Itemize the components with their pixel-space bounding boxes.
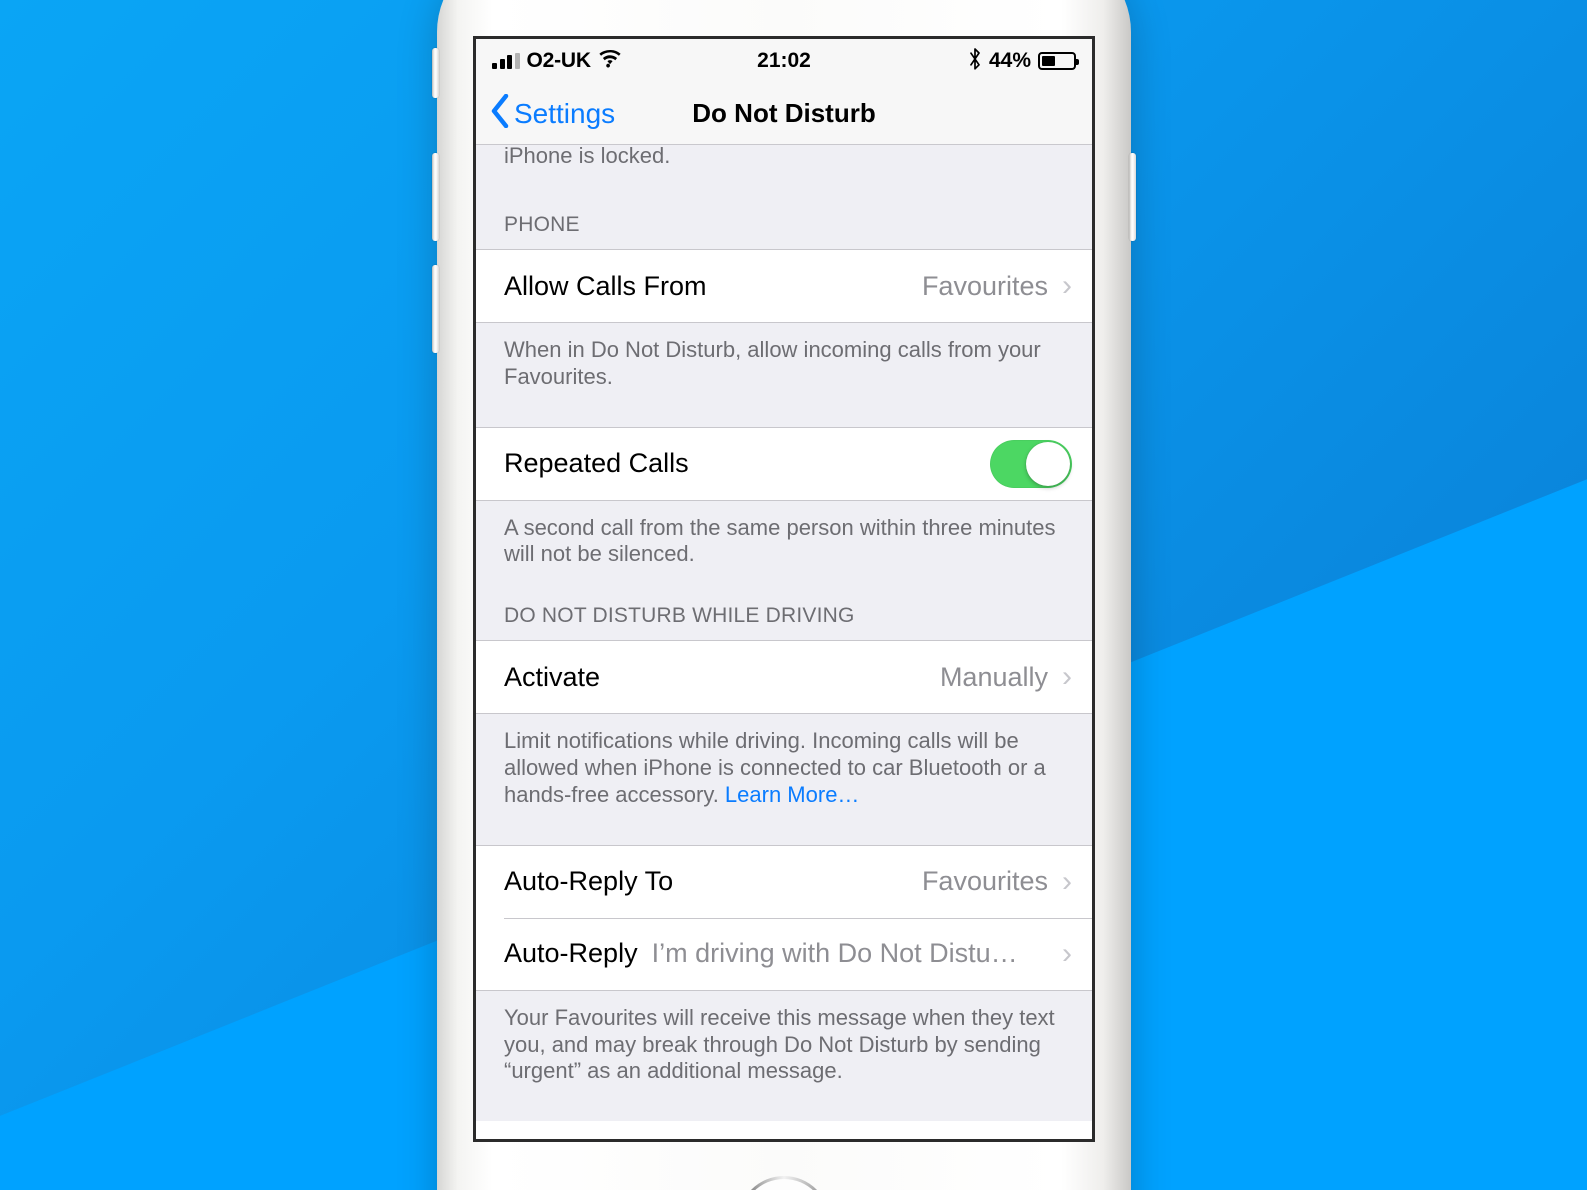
cell-auto-reply[interactable]: Auto-Reply I’m driving with Do Not Distu… (476, 917, 1092, 990)
navigation-bar: Settings Do Not Disturb (476, 83, 1092, 145)
wifi-icon (598, 49, 622, 72)
battery-icon (1038, 52, 1079, 70)
footer-allow-calls: When in Do Not Disturb, allow incoming c… (476, 323, 1092, 427)
back-button[interactable]: Settings (490, 93, 616, 133)
footer-auto-reply: Your Favourites will receive this messag… (476, 990, 1092, 1122)
iphone-screen: O2-UK 21:02 44% Settings Do Not Disturb … (473, 36, 1095, 1142)
cell-allow-calls-from-label: Allow Calls From (504, 270, 707, 301)
chevron-right-icon: › (1062, 864, 1072, 898)
cell-auto-reply-value: I’m driving with Do Not Distu… (651, 938, 1018, 969)
cell-auto-reply-to-value: Favourites (921, 866, 1048, 897)
cell-activate[interactable]: Activate Manually › (476, 641, 1092, 714)
home-button[interactable] (738, 1176, 830, 1190)
cut-off-footer-text: iPhone is locked. (476, 145, 1092, 175)
chevron-left-icon (490, 93, 510, 133)
volume-down-button[interactable] (432, 265, 439, 353)
cell-allow-calls-from[interactable]: Allow Calls From Favourites › (476, 250, 1092, 322)
footer-repeated-calls: A second call from the same person withi… (476, 500, 1092, 605)
back-button-label: Settings (514, 97, 616, 129)
cell-auto-reply-to[interactable]: Auto-Reply To Favourites › (476, 845, 1092, 918)
cell-activate-label: Activate (504, 661, 601, 692)
cell-auto-reply-label: Auto-Reply (504, 938, 638, 969)
section-header-phone: PHONE (476, 213, 1092, 249)
phone-cells-group: Allow Calls From Favourites › (476, 249, 1092, 323)
cell-repeated-calls-label: Repeated Calls (504, 448, 689, 479)
learn-more-link[interactable]: Learn More… (725, 782, 860, 807)
section-header-driving: DO NOT DISTURB WHILE DRIVING (476, 604, 1092, 641)
status-bar: O2-UK 21:02 44% (476, 39, 1092, 83)
repeated-calls-group: Repeated Calls (476, 426, 1092, 501)
carrier-label: O2-UK (526, 49, 592, 72)
settings-table: iPhone is locked. PHONE Allow Calls From… (476, 145, 1092, 1122)
bluetooth-icon (968, 48, 982, 74)
battery-percent-label: 44% (988, 49, 1031, 72)
cell-auto-reply-to-label: Auto-Reply To (504, 866, 674, 897)
footer-driving: Limit notifications while driving. Incom… (476, 714, 1092, 845)
chevron-right-icon: › (1062, 660, 1072, 694)
toggle-knob (1026, 441, 1070, 486)
cell-allow-calls-from-value: Favourites (921, 270, 1048, 301)
activate-group: Activate Manually › (476, 640, 1092, 715)
auto-reply-group: Auto-Reply To Favourites › Auto-Reply I’… (476, 844, 1092, 991)
power-button[interactable] (1129, 153, 1136, 241)
volume-up-button[interactable] (432, 153, 439, 241)
group-spacer (476, 175, 1092, 213)
cell-repeated-calls[interactable]: Repeated Calls (476, 427, 1092, 500)
iphone-device-frame: O2-UK 21:02 44% Settings Do Not Disturb … (432, 0, 1136, 1190)
chevron-right-icon: › (1062, 936, 1072, 970)
signal-bars-icon (492, 53, 520, 69)
repeated-calls-toggle[interactable] (990, 439, 1072, 488)
mute-switch-button[interactable] (432, 48, 439, 98)
chevron-right-icon: › (1062, 269, 1072, 302)
cell-activate-value: Manually (939, 661, 1048, 692)
